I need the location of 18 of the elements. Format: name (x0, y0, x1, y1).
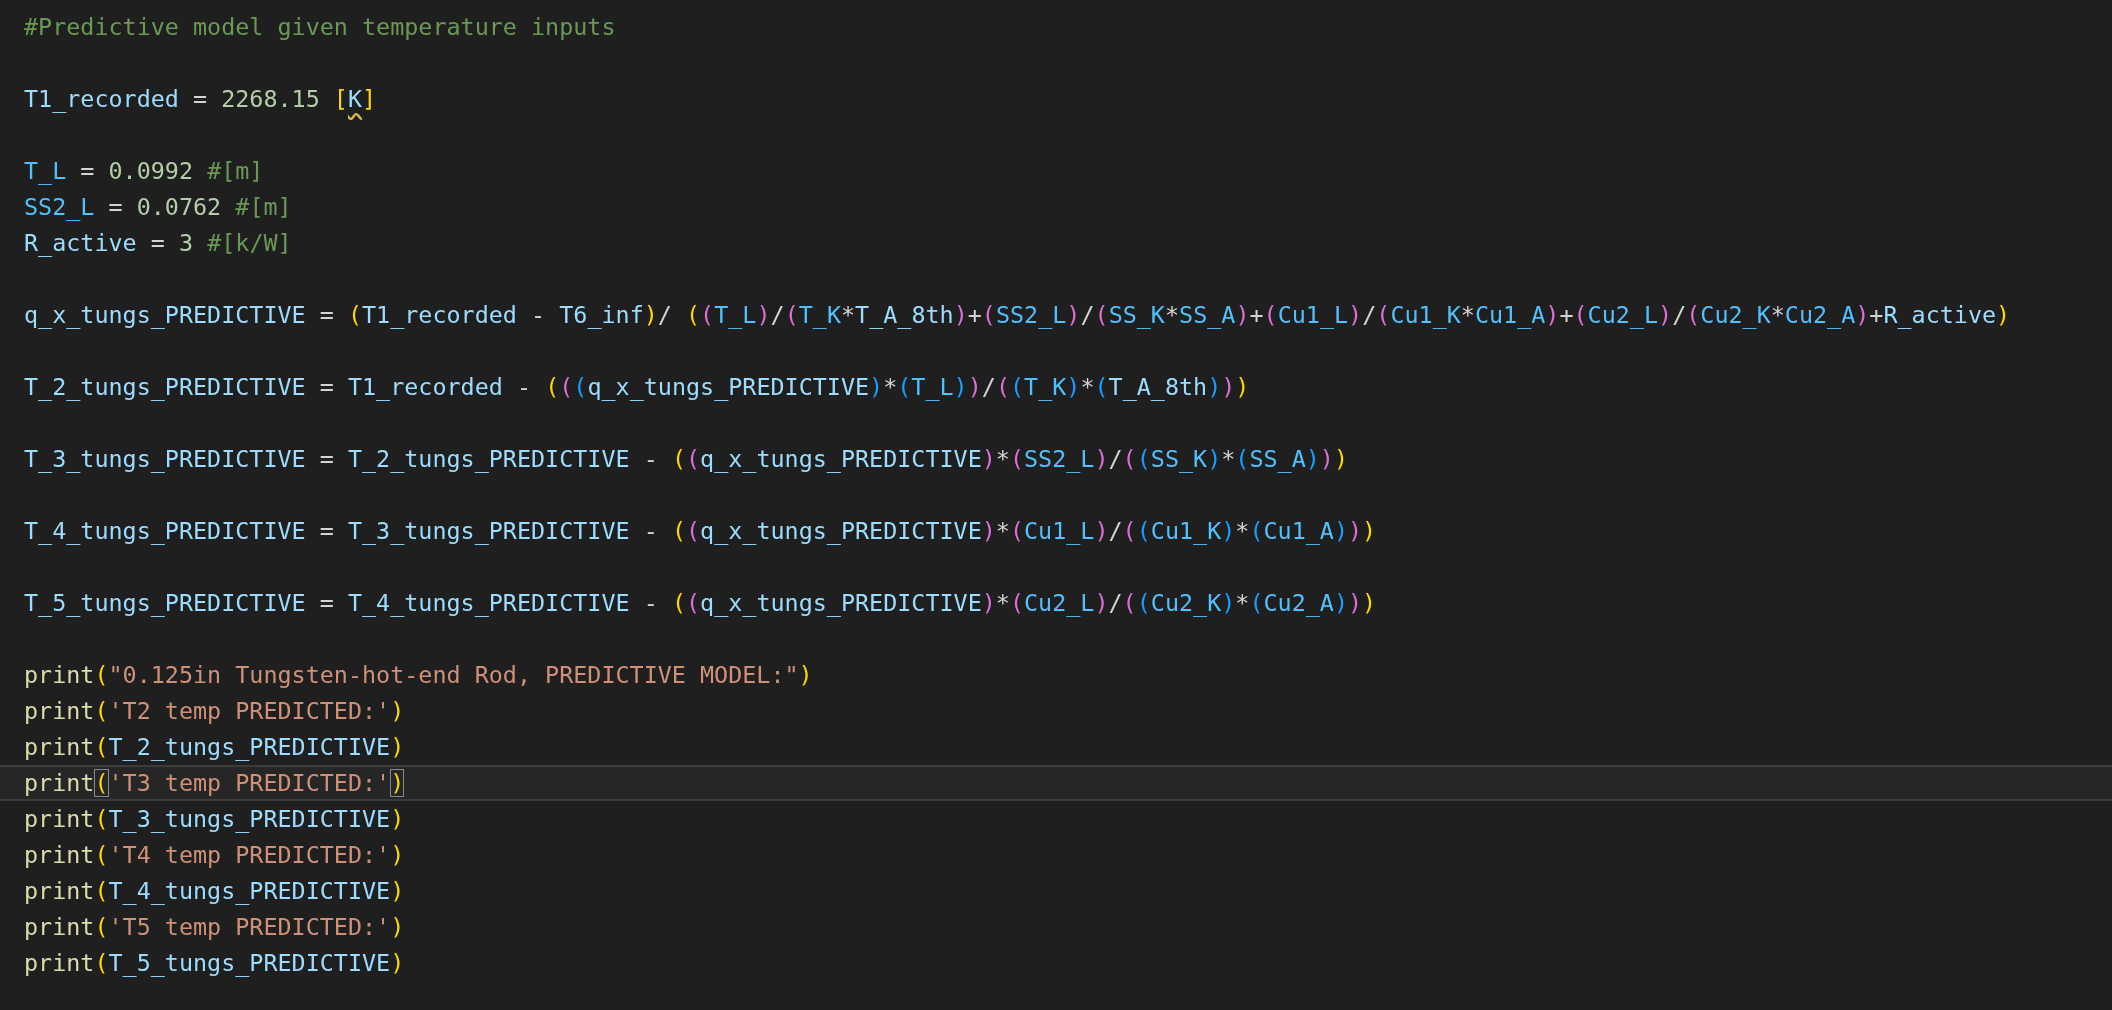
code-line: T_L = 0.0992 #[m] (23, 156, 265, 187)
code-line: T_4_tungs_PREDICTIVE = T_3_tungs_PREDICTIVE - ((q_x_tungs_PREDICTIVE)*(Cu1_L)/((Cu1_K)*(Cu1_A))) (23, 516, 1378, 547)
code-line: print(T_5_tungs_PREDICTIVE) (23, 948, 406, 979)
code-line: q_x_tungs_PREDICTIVE = (T1_recorded - T6_inf)/ ((T_L)/(T_K*T_A_8th)+(SS2_L)/(SS_K*SS_A)+(Cu1_L)/(Cu1_K*Cu1_A)+(Cu2_L)/(Cu2_K*Cu2_A)+R_active) (23, 300, 2012, 331)
code-line: #Predictive model given temperature inputs (23, 12, 617, 43)
code-line: print(T_4_tungs_PREDICTIVE) (23, 876, 406, 907)
code-line: T_2_tungs_PREDICTIVE = T1_recorded - (((q_x_tungs_PREDICTIVE)*(T_L))/((T_K)*(T_A_8th))) (23, 372, 1251, 403)
code-line: print(T_3_tungs_PREDICTIVE) (23, 804, 406, 835)
code-line: print('T2 temp PREDICTED:') (23, 696, 406, 727)
code-line: print('T5 temp PREDICTED:') (23, 912, 406, 943)
code-line: T_5_tungs_PREDICTIVE = T_4_tungs_PREDICTIVE - ((q_x_tungs_PREDICTIVE)*(Cu2_L)/((Cu2_K)*(Cu2_A))) (23, 588, 1378, 619)
code-line: print('T4 temp PREDICTED:') (23, 840, 406, 871)
code-line: print("0.125in Tungsten-hot-end Rod, PREDICTIVE MODEL:") (23, 660, 814, 691)
code-line: T1_recorded = 2268.15 [K] (23, 84, 378, 115)
code-line: R_active = 3 #[k/W] (23, 228, 293, 259)
code-line: T_3_tungs_PREDICTIVE = T_2_tungs_PREDICTIVE - ((q_x_tungs_PREDICTIVE)*(SS2_L)/((SS_K)*(SS_A))) (23, 444, 1350, 475)
code-line: SS2_L = 0.0762 #[m] (23, 192, 293, 223)
code-line: print(T_2_tungs_PREDICTIVE) (23, 732, 406, 763)
